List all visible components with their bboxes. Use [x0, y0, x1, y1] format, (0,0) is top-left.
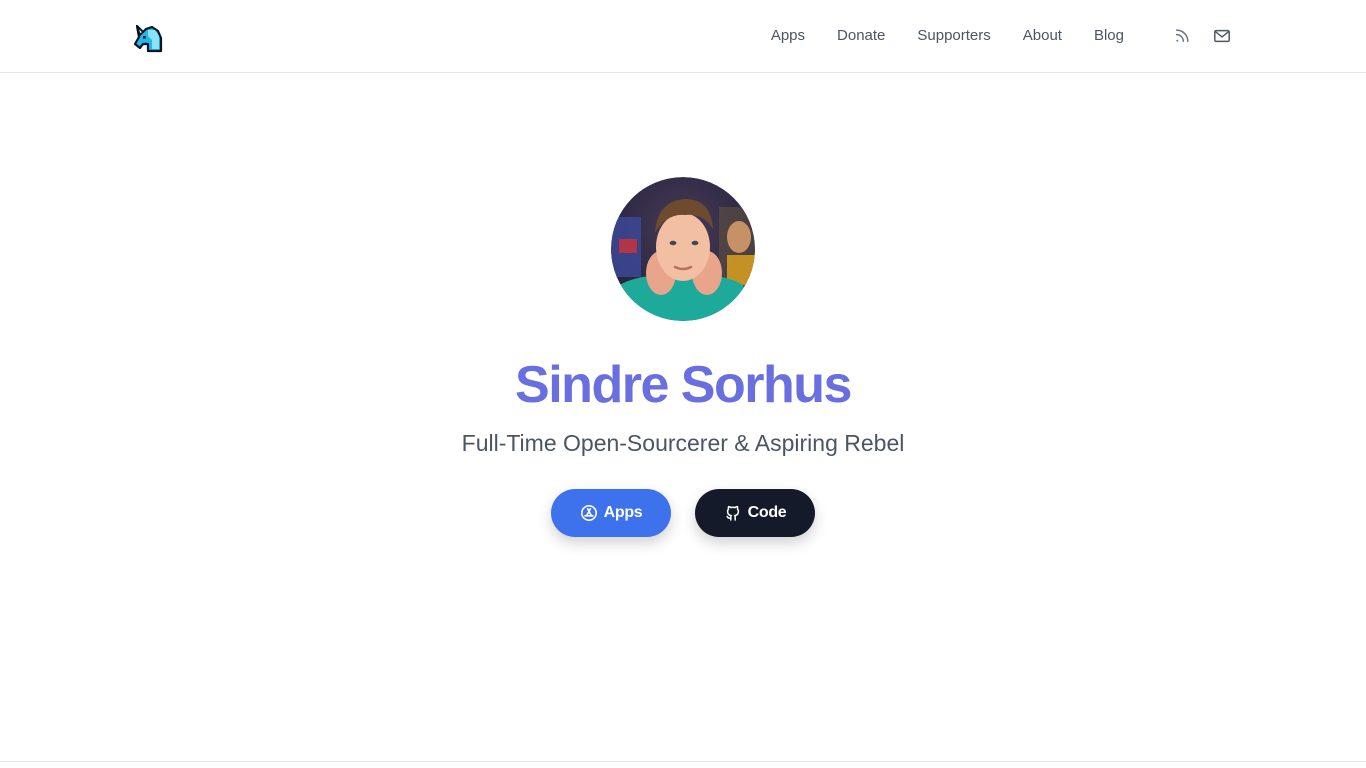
hero-section: Sindre Sorhus Full-Time Open-Sourcerer &…	[0, 73, 1366, 761]
nav-supporters[interactable]: Supporters	[917, 26, 990, 46]
code-button-label: Code	[747, 504, 787, 521]
nav-donate[interactable]: Donate	[837, 26, 885, 46]
unicorn-icon[interactable]	[132, 22, 164, 54]
nav-about[interactable]: About	[1023, 26, 1062, 46]
rss-link[interactable]	[1172, 26, 1192, 46]
rss-icon	[1175, 29, 1189, 43]
footer-divider	[0, 761, 1366, 762]
nav-apps[interactable]: Apps	[771, 26, 805, 46]
mail-icon	[1214, 29, 1230, 43]
mail-link[interactable]	[1212, 26, 1232, 46]
tagline: Full-Time Open-Sourcerer & Aspiring Rebe…	[461, 430, 905, 456]
cta-buttons: Apps Code	[0, 489, 1366, 537]
nav-blog[interactable]: Blog	[1094, 26, 1124, 46]
avatar	[611, 177, 755, 321]
apps-button-label: Apps	[603, 504, 643, 521]
github-icon	[724, 504, 742, 522]
apps-button[interactable]: Apps	[551, 489, 671, 537]
main-nav: Apps Donate Supporters About Blog	[771, 0, 1232, 72]
page-title: Sindre Sorhus	[515, 356, 852, 414]
code-button[interactable]: Code	[695, 489, 815, 537]
site-header: Apps Donate Supporters About Blog	[0, 0, 1366, 73]
app-store-icon	[580, 504, 598, 522]
